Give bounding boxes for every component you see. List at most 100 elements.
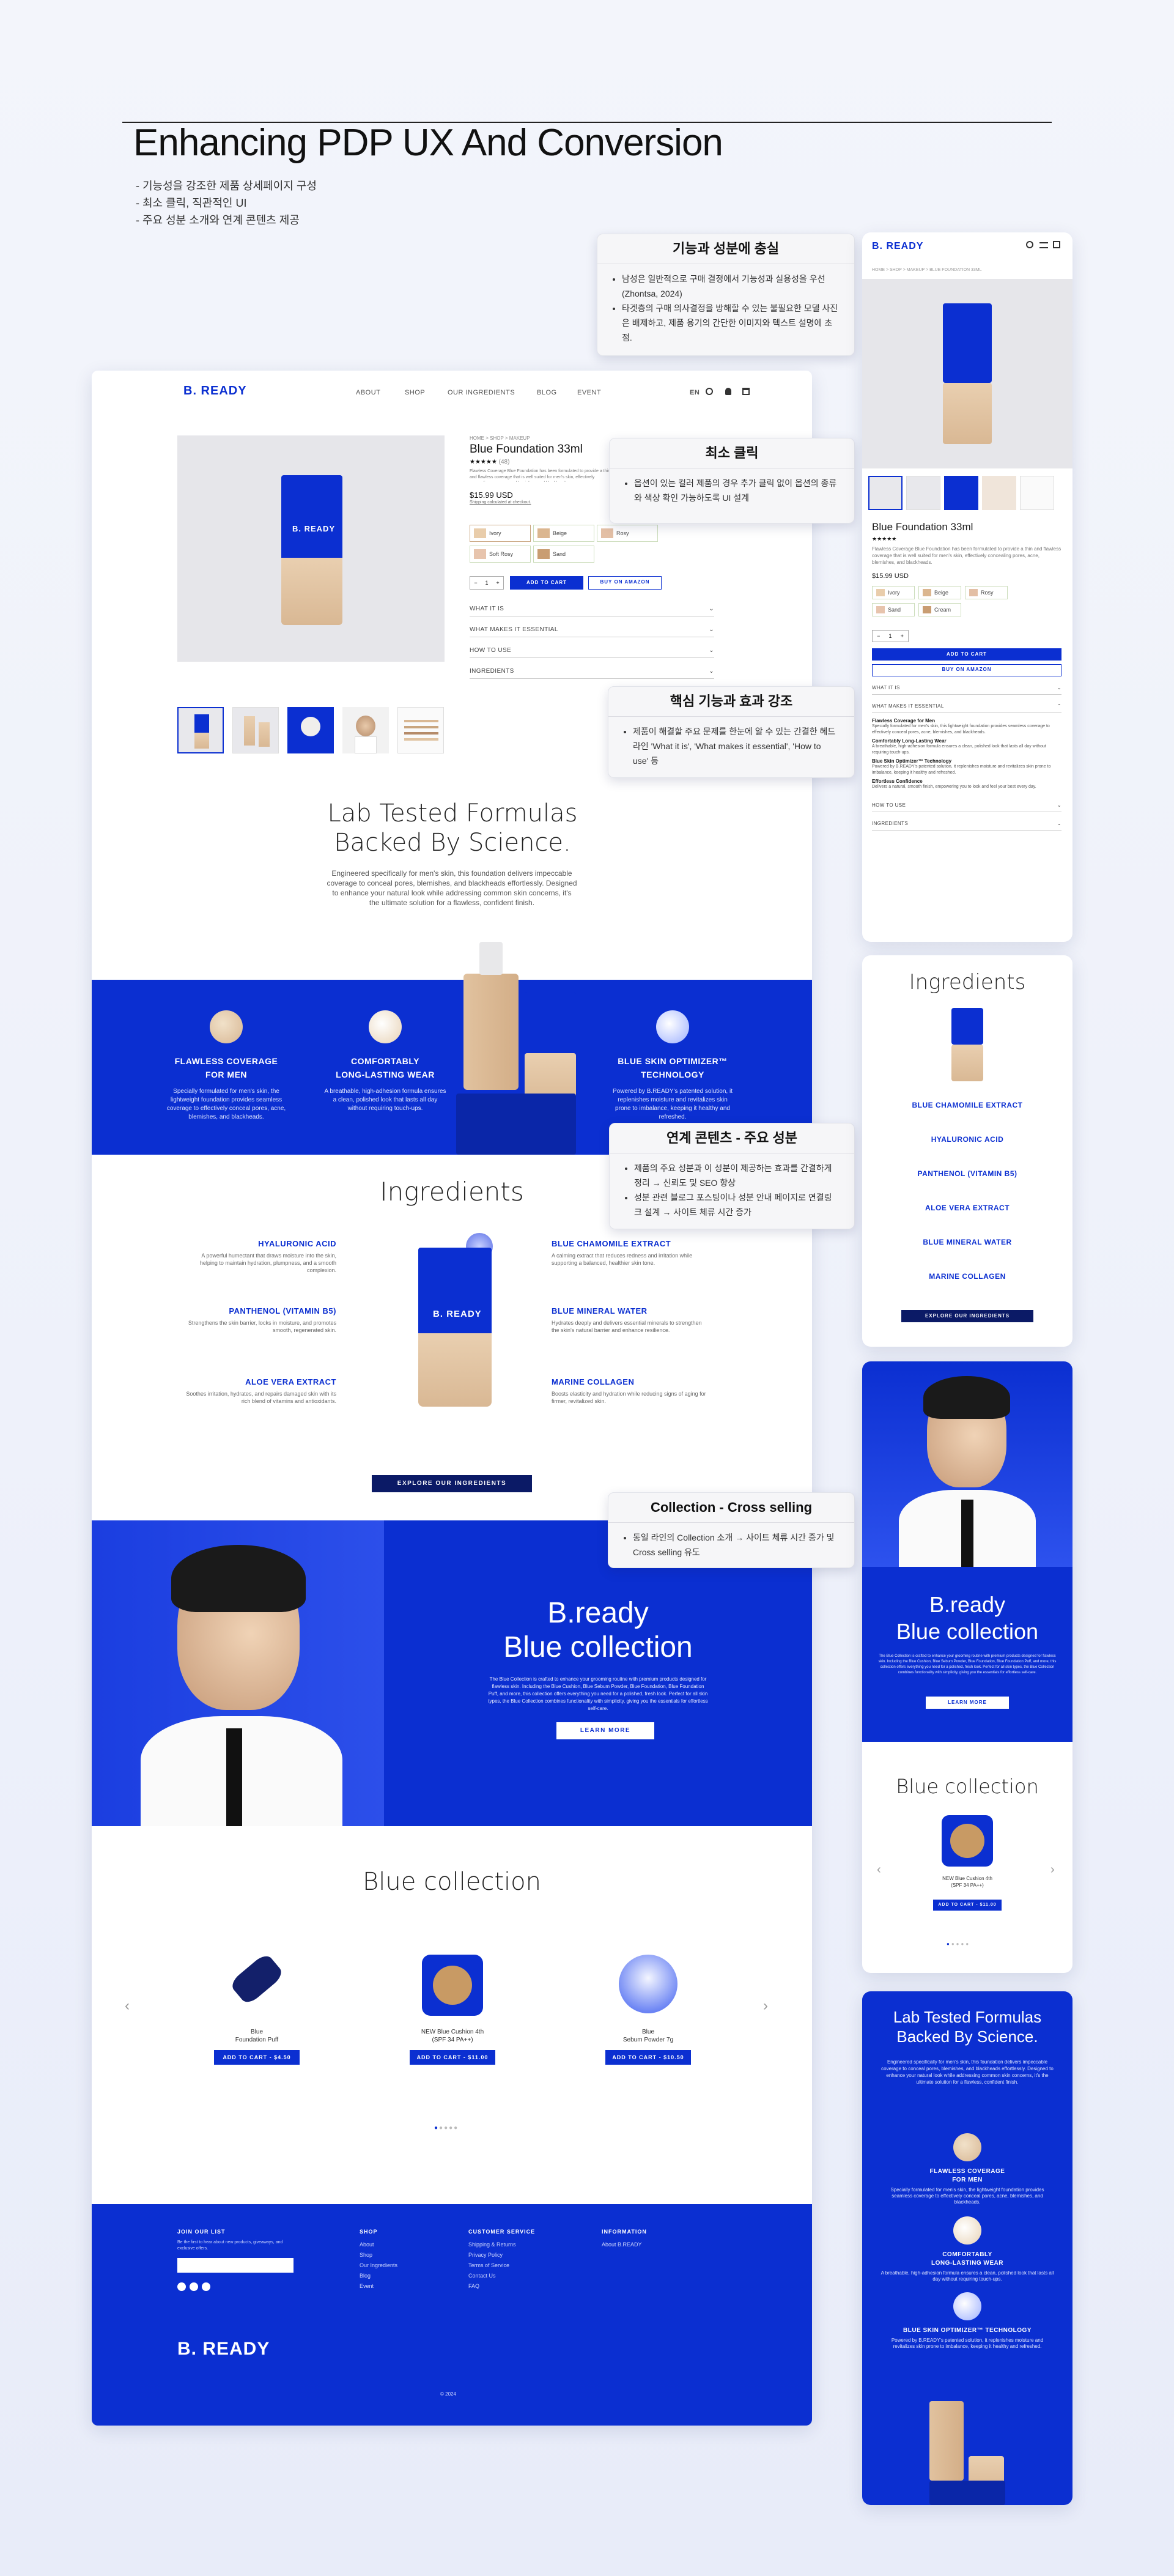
nav-shop[interactable]: SHOP bbox=[405, 389, 425, 396]
footer-link[interactable]: Shipping & Returns bbox=[468, 2240, 535, 2250]
add-to-cart-button[interactable]: ADD TO CART bbox=[510, 576, 583, 590]
footer-link[interactable]: Event bbox=[360, 2281, 397, 2292]
product-main-image[interactable]: B. READY bbox=[177, 435, 445, 662]
ingredient-item[interactable]: HYALURONIC ACID bbox=[862, 1135, 1072, 1169]
nav-ingredients[interactable]: OUR INGREDIENTS bbox=[448, 389, 515, 396]
brand-logo[interactable]: B. READY bbox=[183, 384, 247, 398]
shade-option[interactable]: Ivory bbox=[872, 586, 915, 599]
ingredient-item[interactable]: MARINE COLLAGEN bbox=[862, 1272, 1072, 1306]
shipping-note[interactable]: Shipping calculated at checkout. bbox=[470, 500, 531, 505]
ingredient-item[interactable]: PANTHENOL (VITAMIN B5) Strengthens the s… bbox=[183, 1306, 336, 1334]
thumbnail[interactable] bbox=[232, 707, 279, 753]
shade-option[interactable]: Cream bbox=[918, 603, 961, 616]
footer-logo[interactable]: B. READY bbox=[177, 2339, 270, 2359]
footer-link[interactable]: FAQ bbox=[468, 2281, 535, 2292]
menu-icon[interactable] bbox=[1039, 242, 1048, 248]
accordion-ingredients[interactable]: INGREDIENTS ⌄ bbox=[470, 664, 714, 679]
ingredient-item[interactable]: MARINE COLLAGEN Boosts elasticity and hy… bbox=[552, 1377, 711, 1405]
explore-ingredients-button[interactable]: EXPLORE OUR INGREDIENTS bbox=[372, 1475, 532, 1492]
thumbnail[interactable] bbox=[944, 476, 978, 510]
thumbnail[interactable] bbox=[868, 476, 903, 510]
shade-option[interactable]: Rosy bbox=[597, 525, 658, 542]
nav-event[interactable]: EVENT bbox=[577, 389, 601, 396]
add-to-cart-button[interactable]: ADD TO CART - $4.50 bbox=[214, 2050, 300, 2065]
ingredient-item[interactable]: BLUE CHAMOMILE EXTRACT A calming extract… bbox=[552, 1239, 711, 1267]
carousel-prev-arrow[interactable]: ‹ bbox=[125, 1997, 130, 2015]
footer-link[interactable]: About bbox=[360, 2240, 397, 2250]
mobile-logo[interactable]: B. READY bbox=[872, 241, 923, 252]
ingredient-item[interactable]: ALOE VERA EXTRACT Soothes irritation, hy… bbox=[183, 1377, 336, 1405]
accordion-essential[interactable]: WHAT MAKES IT ESSENTIAL ⌃ bbox=[872, 700, 1061, 713]
product-card[interactable]: Blue Foundation Puff ADD TO CART - $4.50 bbox=[208, 1952, 306, 2065]
instagram-icon[interactable] bbox=[190, 2282, 198, 2291]
shade-option[interactable]: Rosy bbox=[965, 586, 1008, 599]
ingredient-name: BLUE CHAMOMILE EXTRACT bbox=[552, 1239, 671, 1248]
youtube-icon[interactable] bbox=[202, 2282, 210, 2291]
facebook-icon[interactable] bbox=[177, 2282, 186, 2291]
learn-more-button[interactable]: LEARN MORE bbox=[926, 1697, 1009, 1709]
rating-stars[interactable]: ★★★★★ bbox=[872, 536, 896, 542]
rating-stars[interactable]: ★★★★★ (48) bbox=[470, 459, 509, 465]
shade-option[interactable]: Beige bbox=[533, 525, 594, 542]
shade-label: Beige bbox=[553, 530, 567, 536]
buy-on-amazon-button[interactable]: BUY ON AMAZON bbox=[588, 576, 662, 590]
ingredient-item[interactable]: BLUE MINERAL WATER Hydrates deeply and d… bbox=[552, 1306, 711, 1334]
product-card[interactable]: Blue Sebum Powder 7g ADD TO CART - $10.5… bbox=[599, 1955, 697, 2065]
breadcrumb[interactable]: HOME > SHOP > MAKEUP > BLUE FOUNDATION 3… bbox=[872, 268, 982, 272]
buy-on-amazon-button[interactable]: BUY ON AMAZON bbox=[872, 664, 1061, 676]
breadcrumb[interactable]: HOME > SHOP > MAKEUP bbox=[470, 435, 530, 441]
cart-icon[interactable] bbox=[1053, 241, 1060, 248]
add-to-cart-button[interactable]: ADD TO CART - $11.00 bbox=[933, 1900, 1002, 1911]
shade-option[interactable]: Sand bbox=[872, 603, 915, 616]
shade-option[interactable]: Soft Rosy bbox=[470, 546, 531, 563]
accordion-what-it-is[interactable]: WHAT IT IS ⌄ bbox=[872, 681, 1061, 695]
shade-option[interactable]: Ivory bbox=[470, 525, 531, 542]
accordion-how-to-use[interactable]: HOW TO USE ⌄ bbox=[872, 799, 1061, 812]
account-icon[interactable] bbox=[725, 388, 731, 395]
quantity-stepper[interactable]: −1 + bbox=[872, 630, 909, 642]
accordion-ingredients[interactable]: INGREDIENTS ⌄ bbox=[872, 817, 1061, 831]
product-main-image[interactable] bbox=[862, 279, 1072, 468]
search-icon[interactable] bbox=[706, 388, 713, 395]
learn-more-button[interactable]: LEARN MORE bbox=[556, 1722, 654, 1739]
thumbnail[interactable] bbox=[397, 707, 444, 753]
footer-link[interactable]: Terms of Service bbox=[468, 2260, 535, 2271]
quantity-stepper[interactable]: −1 + bbox=[470, 576, 504, 590]
product-card[interactable]: NEW Blue Cushion 4th (SPF 34 PA++) ADD T… bbox=[404, 1955, 501, 2065]
accordion-what-it-is[interactable]: WHAT IT IS ⌄ bbox=[470, 602, 714, 616]
shade-option[interactable]: Sand bbox=[533, 546, 594, 563]
search-icon[interactable] bbox=[1026, 241, 1033, 248]
add-to-cart-button[interactable]: ADD TO CART - $11.00 bbox=[410, 2050, 495, 2065]
add-to-cart-button[interactable]: ADD TO CART - $10.50 bbox=[605, 2050, 691, 2065]
ingredient-item[interactable]: PANTHENOL (VITAMIN B5) bbox=[862, 1169, 1072, 1204]
accordion-essential[interactable]: WHAT MAKES IT ESSENTIAL ⌄ bbox=[470, 623, 714, 637]
thumbnail[interactable] bbox=[177, 707, 224, 753]
carousel-dots[interactable]: ●●●●● bbox=[947, 1941, 970, 1947]
accordion-how-to-use[interactable]: HOW TO USE ⌄ bbox=[470, 643, 714, 658]
thumbnail[interactable] bbox=[287, 707, 334, 753]
footer-link[interactable]: Shop bbox=[360, 2250, 397, 2260]
thumbnail[interactable] bbox=[982, 476, 1016, 510]
email-input[interactable] bbox=[177, 2258, 294, 2273]
language-switch[interactable]: EN bbox=[690, 389, 700, 396]
nav-blog[interactable]: BLOG bbox=[537, 389, 557, 396]
ingredient-item[interactable]: BLUE CHAMOMILE EXTRACT bbox=[862, 1101, 1072, 1135]
thumbnail[interactable] bbox=[1020, 476, 1054, 510]
nav-about[interactable]: ABOUT bbox=[356, 389, 380, 396]
footer-link[interactable]: About B.READY bbox=[602, 2240, 693, 2250]
carousel-next-arrow[interactable]: › bbox=[763, 1997, 768, 2015]
footer-link[interactable]: Privacy Policy bbox=[468, 2250, 535, 2260]
shade-option[interactable]: Beige bbox=[918, 586, 961, 599]
thumbnail[interactable] bbox=[906, 476, 940, 510]
thumbnail[interactable] bbox=[342, 707, 389, 753]
carousel-dots[interactable]: ●●●●● bbox=[434, 2125, 459, 2131]
explore-ingredients-button[interactable]: EXPLORE OUR INGREDIENTS bbox=[901, 1310, 1033, 1322]
add-to-cart-button[interactable]: ADD TO CART bbox=[872, 648, 1061, 661]
ingredient-item[interactable]: ALOE VERA EXTRACT bbox=[862, 1204, 1072, 1238]
footer-link[interactable]: Blog bbox=[360, 2271, 397, 2281]
ingredient-item[interactable]: HYALURONIC ACID A powerful humectant tha… bbox=[183, 1239, 336, 1274]
footer-link[interactable]: Contact Us bbox=[468, 2271, 535, 2281]
ingredient-item[interactable]: BLUE MINERAL WATER bbox=[862, 1238, 1072, 1272]
cart-icon[interactable] bbox=[742, 388, 750, 395]
footer-link[interactable]: Our Ingredients bbox=[360, 2260, 397, 2271]
